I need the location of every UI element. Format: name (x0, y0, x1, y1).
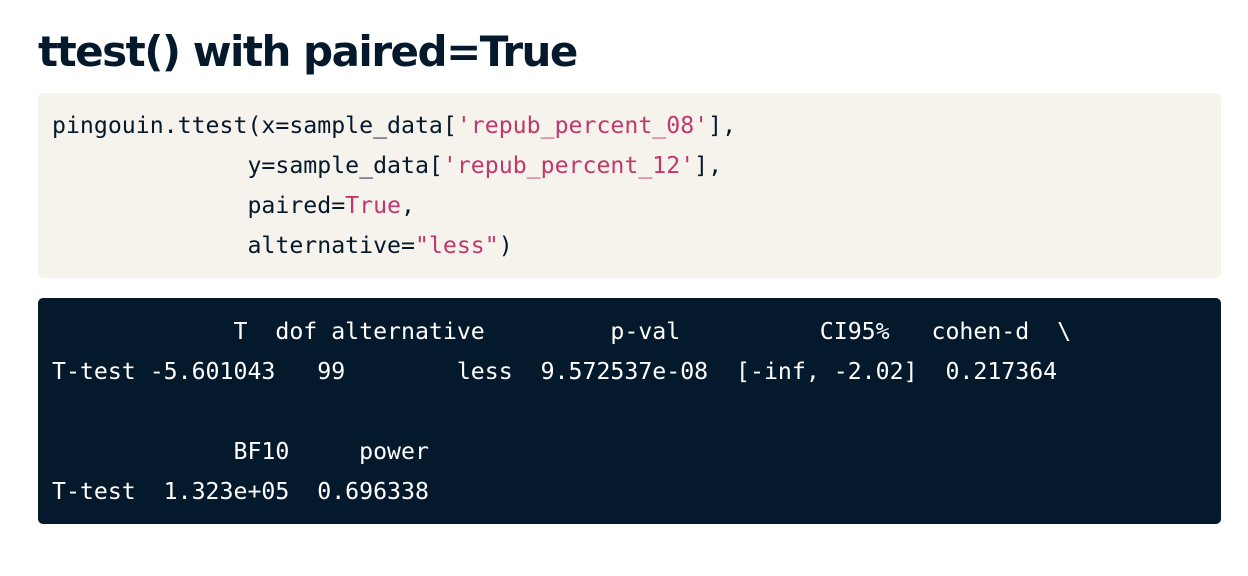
code-string: 'repub_percent_12' (442, 152, 695, 179)
code-text: , (401, 192, 415, 219)
code-string: 'repub_percent_08' (456, 112, 709, 139)
code-line-4: alternative="less") (52, 226, 513, 266)
output-header-1: T dof alternative p-val CI95% cohen-d \ (52, 318, 1072, 345)
code-line-1: pingouin.ttest(x=sample_data['repub_perc… (52, 106, 736, 146)
code-text: pingouin.ttest(x=sample_data[ (52, 112, 457, 139)
code-text: alternative= (52, 232, 415, 259)
code-text: y=sample_data[ (52, 152, 443, 179)
code-block: pingouin.ttest(x=sample_data['repub_perc… (38, 93, 1221, 278)
code-keyword: True (345, 192, 402, 219)
output-block: T dof alternative p-val CI95% cohen-d \ … (38, 298, 1221, 524)
code-text: ], (694, 152, 723, 179)
code-line-3: paired=True, (52, 186, 415, 226)
code-string: "less" (414, 232, 499, 259)
code-text: ], (708, 112, 737, 139)
code-text: paired= (52, 192, 346, 219)
code-text: ) (498, 232, 513, 259)
output-row-1: T-test -5.601043 99 less 9.572537e-08 [-… (52, 358, 1058, 385)
output-row-2: T-test 1.323e+05 0.696338 (52, 478, 429, 505)
output-header-2: BF10 power (52, 438, 429, 465)
code-line-2: y=sample_data['repub_percent_12'], (52, 146, 722, 186)
slide-title: ttest() with paired=True (38, 27, 578, 76)
